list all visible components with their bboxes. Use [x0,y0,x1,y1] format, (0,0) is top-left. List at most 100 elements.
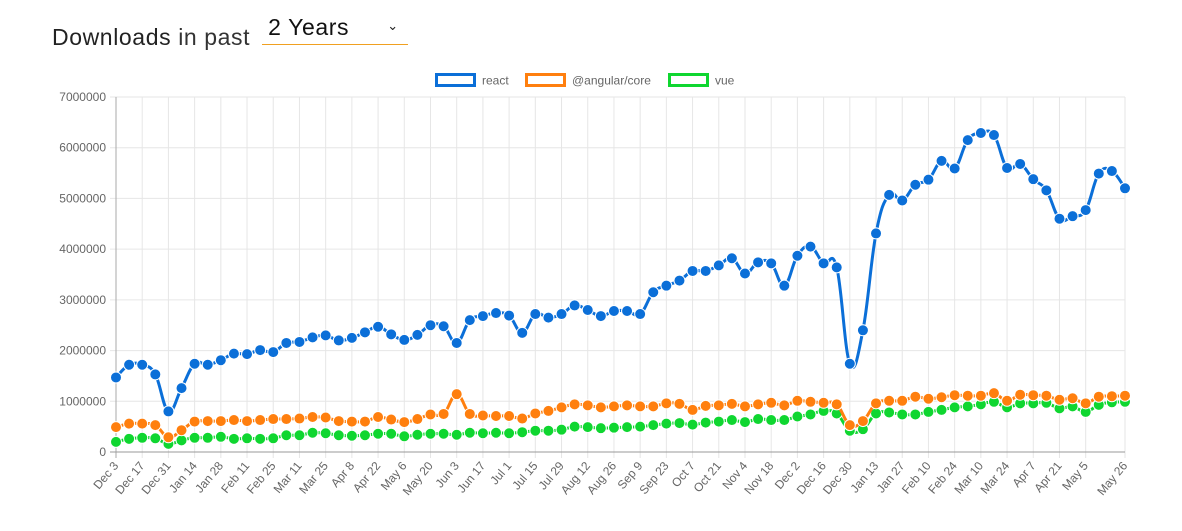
data-point-angularcore [543,405,554,416]
data-point-react [648,287,659,298]
data-point-vue [124,433,135,444]
data-point-react [124,359,135,370]
data-point-angularcore [726,398,737,409]
data-point-react [923,174,934,185]
data-point-react [635,309,646,320]
data-point-angularcore [307,412,318,423]
data-point-react [294,336,305,347]
data-point-angularcore [884,395,895,406]
data-point-vue [255,433,266,444]
data-point-angularcore [255,415,266,426]
series-line-react [116,131,1125,412]
data-point-angularcore [281,414,292,425]
legend-label: vue [715,74,735,88]
data-point-react [871,228,882,239]
data-point-react [255,345,266,356]
data-point-vue [910,409,921,420]
data-point-angularcore [386,414,397,425]
x-tick-label: Jun 17 [454,459,488,496]
data-point-vue [608,422,619,433]
data-point-angularcore [595,402,606,413]
data-point-angularcore [124,418,135,429]
data-point-vue [477,428,488,439]
data-point-vue [150,433,161,444]
data-point-angularcore [1093,391,1104,402]
data-point-vue [569,421,580,432]
data-point-angularcore [320,412,331,423]
data-point-react [622,306,633,317]
data-point-vue [582,422,593,433]
data-point-react [320,330,331,341]
data-point-react [425,320,436,331]
legend-item-react: react [437,74,510,88]
data-point-vue [137,432,148,443]
data-point-react [674,275,685,286]
data-point-angularcore [228,415,239,426]
data-point-react [962,135,973,146]
data-point-react [307,332,318,343]
data-point-react [189,358,200,369]
data-point-angularcore [1120,390,1131,401]
data-point-vue [936,404,947,415]
x-tick-label: Apr 22 [350,459,384,495]
data-point-react [556,309,567,320]
series-line-angularcore [116,393,1125,437]
data-point-angularcore [1067,393,1078,404]
y-tick-label: 6000000 [59,141,106,155]
y-tick-label: 7000000 [59,90,106,104]
data-point-vue [595,423,606,434]
data-point-angularcore [988,388,999,399]
data-point-vue [346,430,357,441]
data-point-vue [674,418,685,429]
data-point-angularcore [176,425,187,436]
data-point-angularcore [739,401,750,412]
data-point-angularcore [622,400,633,411]
data-point-react [412,329,423,340]
downloads-chart: 0100000020000003000000400000050000006000… [0,0,1182,531]
data-point-react [936,155,947,166]
data-point-vue [451,429,462,440]
data-point-vue [412,429,423,440]
data-point-angularcore [687,404,698,415]
data-point-react [910,179,921,190]
y-axis-ticks: 0100000020000003000000400000050000006000… [59,90,106,459]
data-point-react [242,349,253,360]
data-point-vue [268,433,279,444]
data-point-vue [504,428,515,439]
y-tick-label: 5000000 [59,191,106,205]
data-point-angularcore [556,402,567,413]
data-point-react [346,332,357,343]
data-point-vue [897,409,908,420]
data-point-angularcore [1041,390,1052,401]
data-point-react [897,195,908,206]
data-point-react [451,337,462,348]
data-point-vue [713,416,724,427]
data-point-angularcore [1106,391,1117,402]
data-point-vue [399,431,410,442]
y-tick-label: 1000000 [59,394,106,408]
data-point-react [831,262,842,273]
data-point-angularcore [202,416,213,427]
data-point-vue [949,402,960,413]
legend: react@angular/corevue [437,74,735,88]
x-tick-label: Jul 15 [509,459,541,493]
x-tick-label: Dec 31 [139,459,174,497]
data-point-angularcore [517,413,528,424]
data-point-angularcore [897,395,908,406]
data-point-vue [622,422,633,433]
data-point-react [726,253,737,264]
data-point-angularcore [359,416,370,427]
data-point-react [1080,205,1091,216]
data-point-react [988,130,999,141]
data-point-vue [805,409,816,420]
data-point-react [949,163,960,174]
x-tick-label: Oct 21 [691,459,725,495]
data-point-angularcore [949,390,960,401]
data-point-vue [359,430,370,441]
data-point-angularcore [648,401,659,412]
data-point-angularcore [150,420,161,431]
x-tick-label: Aug 26 [584,459,619,497]
data-point-react [176,383,187,394]
data-point-angularcore [923,393,934,404]
legend-swatch [437,75,475,86]
